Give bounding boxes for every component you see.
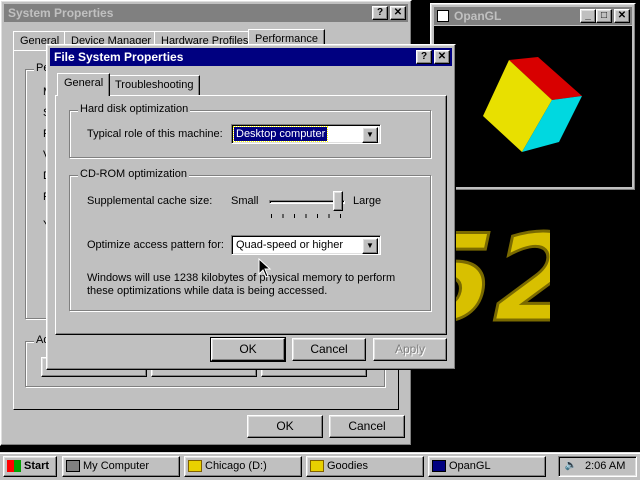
info-text-line1: Windows will use 1238 kilobytes of physi… [87,272,396,284]
close-button[interactable]: ✕ [614,9,630,23]
taskbar-item-chicago-drive[interactable]: Chicago (D:) [184,456,302,477]
rotating-cube [483,57,582,152]
ok-button[interactable]: OK [247,415,323,438]
access-pattern-value: Quad-speed or higher [236,239,344,251]
opengl-titlebar[interactable]: OpanGL _ □ ✕ [434,7,632,25]
cancel-button[interactable]: Cancel [329,415,405,438]
cache-large-label: Large [353,195,382,207]
opengl-window: OpanGL _ □ ✕ [430,3,636,191]
cdrom-group-label: CD-ROM optimization [78,168,189,180]
system-properties-title: System Properties [8,6,114,20]
minimize-button[interactable]: _ [580,9,596,23]
cache-size-slider[interactable] [269,189,345,219]
ok-button[interactable]: OK [210,337,286,362]
system-properties-titlebar[interactable]: System Properties ? ✕ [4,4,408,22]
apply-button[interactable]: Apply [373,338,447,361]
cache-size-label: Supplemental cache size: [87,195,213,207]
help-button[interactable]: ? [416,50,432,64]
opengl-viewport [434,26,632,187]
cancel-button[interactable]: Cancel [292,338,366,361]
clock[interactable]: 2:06 AM [585,460,625,472]
file-system-properties-titlebar[interactable]: File System Properties ? ✕ [50,48,452,66]
mouse-cursor-icon [258,258,272,278]
maximize-button[interactable]: □ [596,9,612,23]
close-button[interactable]: ✕ [390,6,406,20]
access-pattern-label: Optimize access pattern for: [87,239,224,251]
start-button[interactable]: Start [3,456,57,477]
window-icon [432,460,446,472]
system-tray: 🔈 2:06 AM [558,456,637,477]
close-button[interactable]: ✕ [434,50,450,64]
tab-troubleshooting[interactable]: Troubleshooting [108,75,201,95]
windows-logo-icon [7,460,21,472]
info-text-line2: these optimizations while data is being … [87,285,328,297]
file-system-properties-title: File System Properties [54,50,184,64]
computer-icon [66,460,80,472]
hard-disk-group-label: Hard disk optimization [78,103,191,115]
folder-icon [188,460,202,472]
folder-icon [310,460,324,472]
typical-role-select[interactable]: Desktop computer ▼ [231,124,381,144]
file-system-properties-dialog: File System Properties ? ✕ General Troub… [46,44,456,370]
help-button[interactable]: ? [372,6,388,20]
taskbar-item-opengl[interactable]: OpanGL [428,456,546,477]
access-pattern-select[interactable]: Quad-speed or higher ▼ [231,235,381,255]
speaker-icon[interactable]: 🔈 [563,460,579,472]
tab-general[interactable]: General [57,73,111,96]
slider-thumb[interactable] [333,191,343,211]
chevron-down-icon[interactable]: ▼ [362,127,378,143]
cache-small-label: Small [231,195,259,207]
typical-role-value: Desktop computer [232,126,329,142]
typical-role-label: Typical role of this machine: [87,128,223,140]
chevron-down-icon[interactable]: ▼ [362,238,378,254]
taskbar-item-my-computer[interactable]: My Computer [62,456,180,477]
taskbar-item-goodies[interactable]: Goodies [306,456,424,477]
slider-ticks [271,214,341,218]
opengl-title: OpanGL [454,9,502,23]
opengl-icon [437,10,449,22]
